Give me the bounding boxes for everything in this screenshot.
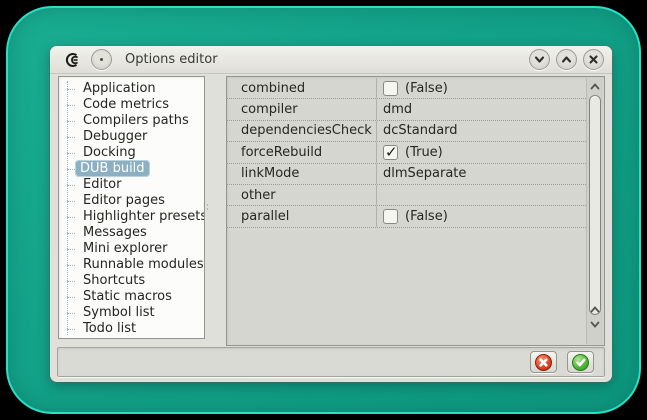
property-row-forceRebuild[interactable]: forceRebuild (True) — [227, 142, 586, 164]
tree-item-label: DUB build — [75, 160, 150, 177]
tree-item-label: Shortcuts — [83, 273, 146, 288]
checkbox-state-label: (False) — [405, 80, 448, 96]
property-row-other[interactable]: other — [227, 184, 586, 207]
tree-item-label: Symbol list — [83, 305, 155, 320]
tree-item-label: Compilers paths — [83, 113, 189, 128]
tree-item-label: Runnable modules — [83, 257, 204, 272]
menu-dot-icon — [100, 58, 103, 61]
tree-item-application[interactable]: Application — [59, 81, 204, 97]
category-tree-panel: Application Code metrics Compilers paths… — [58, 76, 205, 339]
tree-item-docking[interactable]: Docking — [59, 145, 204, 161]
property-name: forceRebuild — [227, 142, 377, 163]
property-name: combined — [227, 78, 377, 99]
tree-item-label: Messages — [83, 225, 147, 240]
property-name: dependenciesCheck — [227, 120, 377, 142]
property-value-cell[interactable]: (True) — [377, 142, 586, 162]
desktop-background: Options editor Application Code metrics … — [6, 6, 641, 414]
red-cross-orb-icon — [535, 353, 552, 371]
tree-item-symbol-list[interactable]: Symbol list — [59, 305, 204, 321]
tree-item-label: Application — [83, 81, 156, 96]
property-rows: combined (False) compiler dmd dependenci… — [227, 78, 586, 228]
tree-item-label: Code metrics — [83, 97, 170, 112]
tree-item-dub-build[interactable]: DUB build — [59, 160, 204, 177]
property-name: parallel — [227, 206, 377, 227]
property-row-compiler[interactable]: compiler dmd — [227, 99, 586, 121]
checkbox-unchecked-icon[interactable] — [383, 80, 398, 96]
scroll-up-icon[interactable] — [587, 79, 603, 93]
options-editor-window: Options editor Application Code metrics … — [50, 46, 612, 382]
property-name: other — [227, 184, 377, 206]
coedit-app-icon — [64, 51, 82, 69]
tree-item-label: Mini explorer — [83, 241, 168, 256]
property-name: linkMode — [227, 163, 377, 184]
window-title: Options editor — [125, 52, 218, 67]
tree-item-label: Static macros — [83, 289, 172, 304]
grid-vertical-scrollbar[interactable] — [586, 78, 603, 344]
tree-item-highlighter-presets[interactable]: Highlighter presets — [59, 209, 204, 225]
checkbox-checked-icon[interactable] — [383, 143, 398, 161]
checkbox-state-label: (True) — [405, 144, 443, 160]
tree-item-debugger[interactable]: Debugger — [59, 129, 204, 145]
property-value-cell[interactable] — [377, 185, 586, 205]
chevron-down-icon — [534, 56, 545, 63]
tree-item-mini-explorer[interactable]: Mini explorer — [59, 241, 204, 257]
property-value-cell[interactable]: (False) — [377, 78, 586, 98]
green-check-orb-icon — [572, 353, 589, 371]
property-value-cell[interactable]: dmd — [377, 99, 586, 119]
tree-item-code-metrics[interactable]: Code metrics — [59, 97, 204, 113]
property-row-combined[interactable]: combined (False) — [227, 78, 586, 100]
splitter-grip-icon: · · — [206, 201, 209, 215]
property-value-cell[interactable]: dlmSeparate — [377, 164, 586, 184]
tree-item-editor-pages[interactable]: Editor pages — [59, 193, 204, 209]
cancel-button[interactable] — [530, 351, 557, 373]
tree-item-label: Debugger — [83, 129, 148, 144]
tree-item-label: Docking — [83, 145, 136, 160]
tree-item-static-macros[interactable]: Static macros — [59, 289, 204, 305]
property-grid-panel: combined (False) compiler dmd dependenci… — [226, 76, 605, 346]
tree-item-label: Editor pages — [83, 193, 165, 208]
chevron-up-icon — [561, 56, 572, 63]
close-icon — [589, 55, 598, 64]
property-row-parallel[interactable]: parallel (False) — [227, 206, 586, 228]
panel-splitter[interactable]: · · — [206, 76, 225, 339]
close-button[interactable] — [583, 49, 604, 70]
tree-item-todo-list[interactable]: Todo list — [59, 321, 204, 337]
property-name: compiler — [227, 99, 377, 120]
shade-button[interactable] — [529, 49, 550, 70]
scrollbar-thumb[interactable] — [589, 95, 601, 315]
scroll-up2-icon[interactable] — [587, 302, 603, 316]
footer-status-bar — [57, 347, 605, 377]
tree-item-shortcuts[interactable]: Shortcuts — [59, 273, 204, 289]
property-row-dependenciesCheck[interactable]: dependenciesCheck dcStandard — [227, 120, 586, 143]
scroll-down-icon[interactable] — [587, 317, 603, 331]
tree-item-runnable-modules[interactable]: Runnable modules — [59, 257, 204, 273]
tree-item-label: Todo list — [83, 321, 137, 336]
checkbox-state-label: (False) — [405, 209, 448, 225]
tree-item-label: Highlighter presets — [83, 209, 205, 224]
restore-button[interactable] — [556, 49, 577, 70]
tree-item-compilers-paths[interactable]: Compilers paths — [59, 113, 204, 129]
accept-button[interactable] — [567, 351, 594, 373]
property-row-linkMode[interactable]: linkMode dlmSeparate — [227, 163, 586, 185]
tree-item-messages[interactable]: Messages — [59, 225, 204, 241]
options-tree: Application Code metrics Compilers paths… — [59, 81, 204, 337]
checkbox-unchecked-icon[interactable] — [383, 209, 398, 225]
tree-item-label: Editor — [83, 177, 122, 192]
tree-item-editor[interactable]: Editor — [59, 177, 204, 193]
property-value-cell[interactable]: (False) — [377, 206, 586, 226]
titlebar[interactable]: Options editor — [50, 46, 612, 74]
property-value-cell[interactable]: dcStandard — [377, 121, 586, 141]
window-menu-button[interactable] — [91, 49, 112, 70]
